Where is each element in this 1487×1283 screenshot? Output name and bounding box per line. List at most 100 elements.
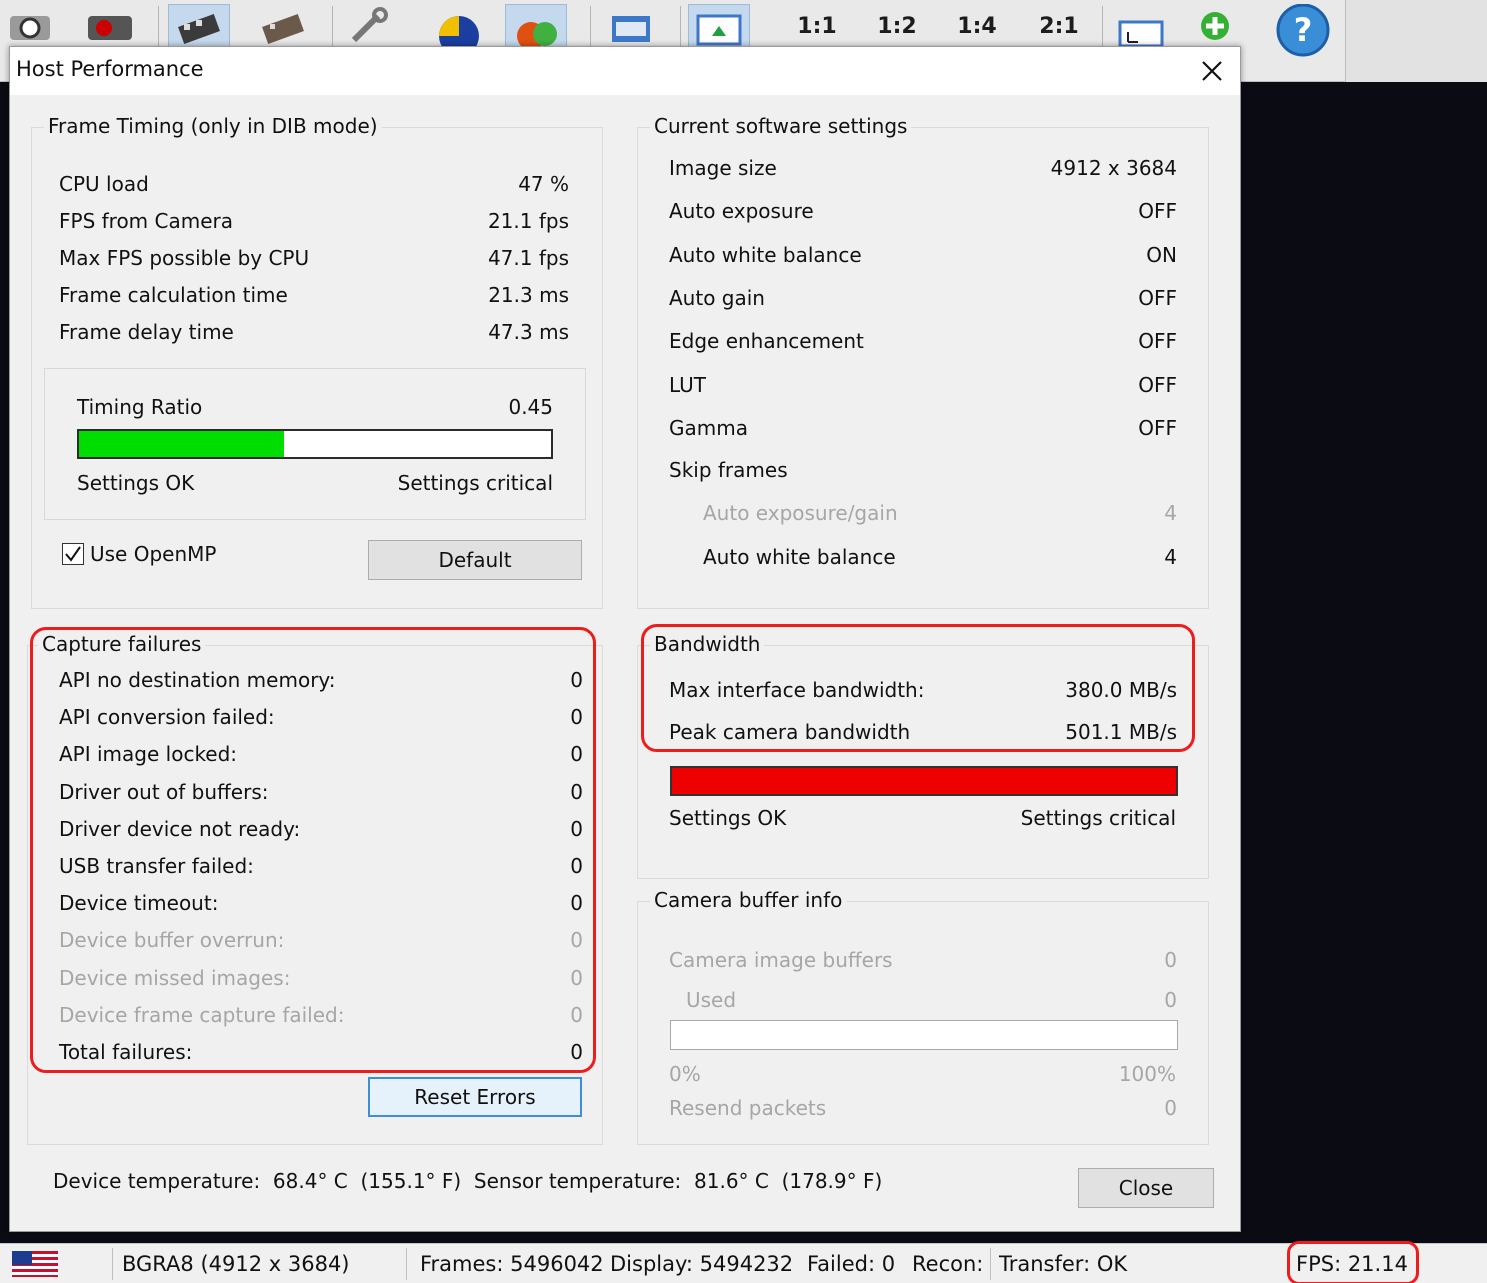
bandwidth-settings-ok: Settings OK xyxy=(669,806,787,830)
buffer-min-label: 0% xyxy=(669,1062,701,1086)
frame-timing-label: CPU load xyxy=(59,172,149,196)
status-failed: Failed: 0 xyxy=(807,1252,896,1276)
timing-ratio-bar-fill xyxy=(79,431,285,457)
zoom-1-1-button[interactable]: 1:1 xyxy=(786,4,848,48)
fps-highlight xyxy=(1287,1241,1419,1283)
frame-timing-label: FPS from Camera xyxy=(59,209,234,233)
live-video-icon[interactable] xyxy=(168,4,230,48)
frame-timing-value: 21.1 fps xyxy=(487,209,569,233)
frame-timing-row: CPU load 47 % xyxy=(59,172,569,196)
window-list-icon[interactable] xyxy=(600,4,662,48)
camera-record-icon[interactable] xyxy=(80,4,142,48)
skip-frames-row: Auto white balance 4 xyxy=(703,545,1177,569)
software-setting-label: Image size xyxy=(669,156,777,180)
status-transfer: Transfer: OK xyxy=(999,1252,1128,1276)
skip-frames-value: 4 xyxy=(1164,501,1177,525)
dialog-title: Host Performance xyxy=(16,57,204,81)
status-frames: Frames: 5496042 xyxy=(420,1252,604,1276)
fit-window-icon[interactable] xyxy=(688,4,750,48)
add-icon[interactable] xyxy=(1184,4,1246,48)
software-setting-label: LUT xyxy=(669,372,707,397)
timing-ratio-box: Timing Ratio 0.45 Settings OK Settings c… xyxy=(44,368,586,520)
camera-image-buffers-label: Camera image buffers xyxy=(669,948,893,972)
checkmark-icon xyxy=(65,546,81,562)
software-setting-value: OFF xyxy=(1138,199,1177,224)
software-setting-label: Gamma xyxy=(669,415,748,440)
wrench-icon[interactable] xyxy=(340,4,402,48)
frame-timing-value: 47 % xyxy=(518,172,569,196)
software-setting-row: Image size 4912 x 3684 xyxy=(669,156,1177,180)
resend-packets-label: Resend packets xyxy=(669,1096,827,1120)
frame-timing-label: Frame delay time xyxy=(59,320,234,344)
frame-timing-value: 47.3 ms xyxy=(488,320,569,344)
color-balance-icon[interactable] xyxy=(505,4,567,48)
timing-settings-ok: Settings OK xyxy=(77,471,195,495)
frame-timing-value: 47.1 fps xyxy=(487,246,569,270)
zoom-1-4-button[interactable]: 1:4 xyxy=(946,4,1008,48)
camera-image-buffers-row: Camera image buffers 0 xyxy=(669,948,1177,972)
resend-packets-value: 0 xyxy=(1164,1096,1177,1120)
software-setting-row: Auto exposure OFF xyxy=(669,199,1177,223)
software-setting-row: Auto gain OFF xyxy=(669,286,1177,310)
software-setting-value: ON xyxy=(1146,242,1177,267)
skip-frames-label: Auto exposure/gain xyxy=(703,501,898,525)
frame-timing-label: Frame calculation time xyxy=(59,283,288,307)
software-setting-label: Edge enhancement xyxy=(669,329,864,354)
host-performance-dialog: Host Performance Frame Timing (only in D… xyxy=(9,46,1241,1232)
use-openmp-label: Use OpenMP xyxy=(90,542,217,566)
bandwidth-highlight xyxy=(641,624,1195,752)
timing-settings-critical: Settings critical xyxy=(397,471,553,495)
software-setting-row: Edge enhancement OFF xyxy=(669,329,1177,353)
frame-timing-row: Frame delay time 47.3 ms xyxy=(59,320,569,344)
used-buffers-row: Used 0 xyxy=(686,988,1177,1012)
software-settings-group: Current software settings Image size 4912… xyxy=(637,114,1209,609)
frame-timing-row: Max FPS possible by CPU 47.1 fps xyxy=(59,246,569,270)
zoom-1-2-button[interactable]: 1:2 xyxy=(866,4,928,48)
software-setting-value: OFF xyxy=(1138,329,1177,354)
resend-packets-row: Resend packets 0 xyxy=(669,1096,1177,1120)
timing-ratio-value: 0.45 xyxy=(508,395,553,419)
default-button[interactable]: Default xyxy=(368,540,582,580)
camera-buffer-group: Camera buffer info Camera image buffers … xyxy=(637,888,1209,1145)
svg-text:?: ? xyxy=(1294,11,1313,49)
skip-frames-label: Auto white balance xyxy=(703,545,896,569)
camera-buffer-legend: Camera buffer info xyxy=(650,888,847,912)
zoom-2-1-button[interactable]: 2:1 xyxy=(1028,4,1090,48)
software-setting-label: Auto exposure xyxy=(669,199,814,224)
help-icon[interactable]: ? xyxy=(1272,4,1334,57)
frame-timing-legend: Frame Timing (only in DIB mode) xyxy=(44,114,382,138)
software-settings-legend: Current software settings xyxy=(650,114,912,138)
use-openmp-checkbox[interactable] xyxy=(62,543,84,565)
reset-errors-button[interactable]: Reset Errors xyxy=(368,1077,582,1117)
toolbar-filler xyxy=(1345,0,1487,82)
close-button[interactable]: Close xyxy=(1078,1168,1214,1208)
status-bar: BGRA8 (4912 x 3684) Frames: 5496042 Disp… xyxy=(0,1241,1487,1283)
capture-failures-highlight xyxy=(30,627,596,1073)
buffer-max-label: 100% xyxy=(1118,1062,1176,1086)
timing-ratio-row: Timing Ratio 0.45 xyxy=(77,395,553,419)
status-recon: Recon: xyxy=(912,1252,984,1276)
software-setting-row: Auto white balance ON xyxy=(669,243,1177,267)
timing-ratio-bar xyxy=(77,429,553,459)
skip-frames-row: Auto exposure/gain 4 xyxy=(703,501,1177,525)
software-setting-row: LUT OFF xyxy=(669,373,1177,397)
dialog-titlebar: Host Performance xyxy=(10,47,1240,95)
frame-timing-label: Max FPS possible by CPU xyxy=(59,246,310,270)
close-icon[interactable] xyxy=(1198,57,1226,85)
skip-frames-value: 4 xyxy=(1164,545,1177,569)
aoi-icon[interactable] xyxy=(1110,4,1172,48)
software-setting-value: 4912 x 3684 xyxy=(1050,156,1177,180)
film-strip-icon[interactable] xyxy=(252,4,314,48)
bandwidth-bar-fill xyxy=(672,768,1176,794)
frame-timing-row: Frame calculation time 21.3 ms xyxy=(59,283,569,307)
used-buffers-label: Used xyxy=(686,988,737,1012)
frame-timing-value: 21.3 ms xyxy=(488,283,569,307)
software-setting-value: OFF xyxy=(1138,372,1177,397)
frame-timing-row: FPS from Camera 21.1 fps xyxy=(59,209,569,233)
used-buffers-value: 0 xyxy=(1164,988,1177,1012)
camera-open-icon[interactable] xyxy=(2,4,64,48)
bandwidth-bar xyxy=(670,766,1178,796)
temperature-readout: Device temperature: 68.4° C (155.1° F) S… xyxy=(53,1169,883,1193)
buffer-usage-bar xyxy=(670,1020,1178,1050)
color-wheel-icon[interactable] xyxy=(428,4,490,48)
